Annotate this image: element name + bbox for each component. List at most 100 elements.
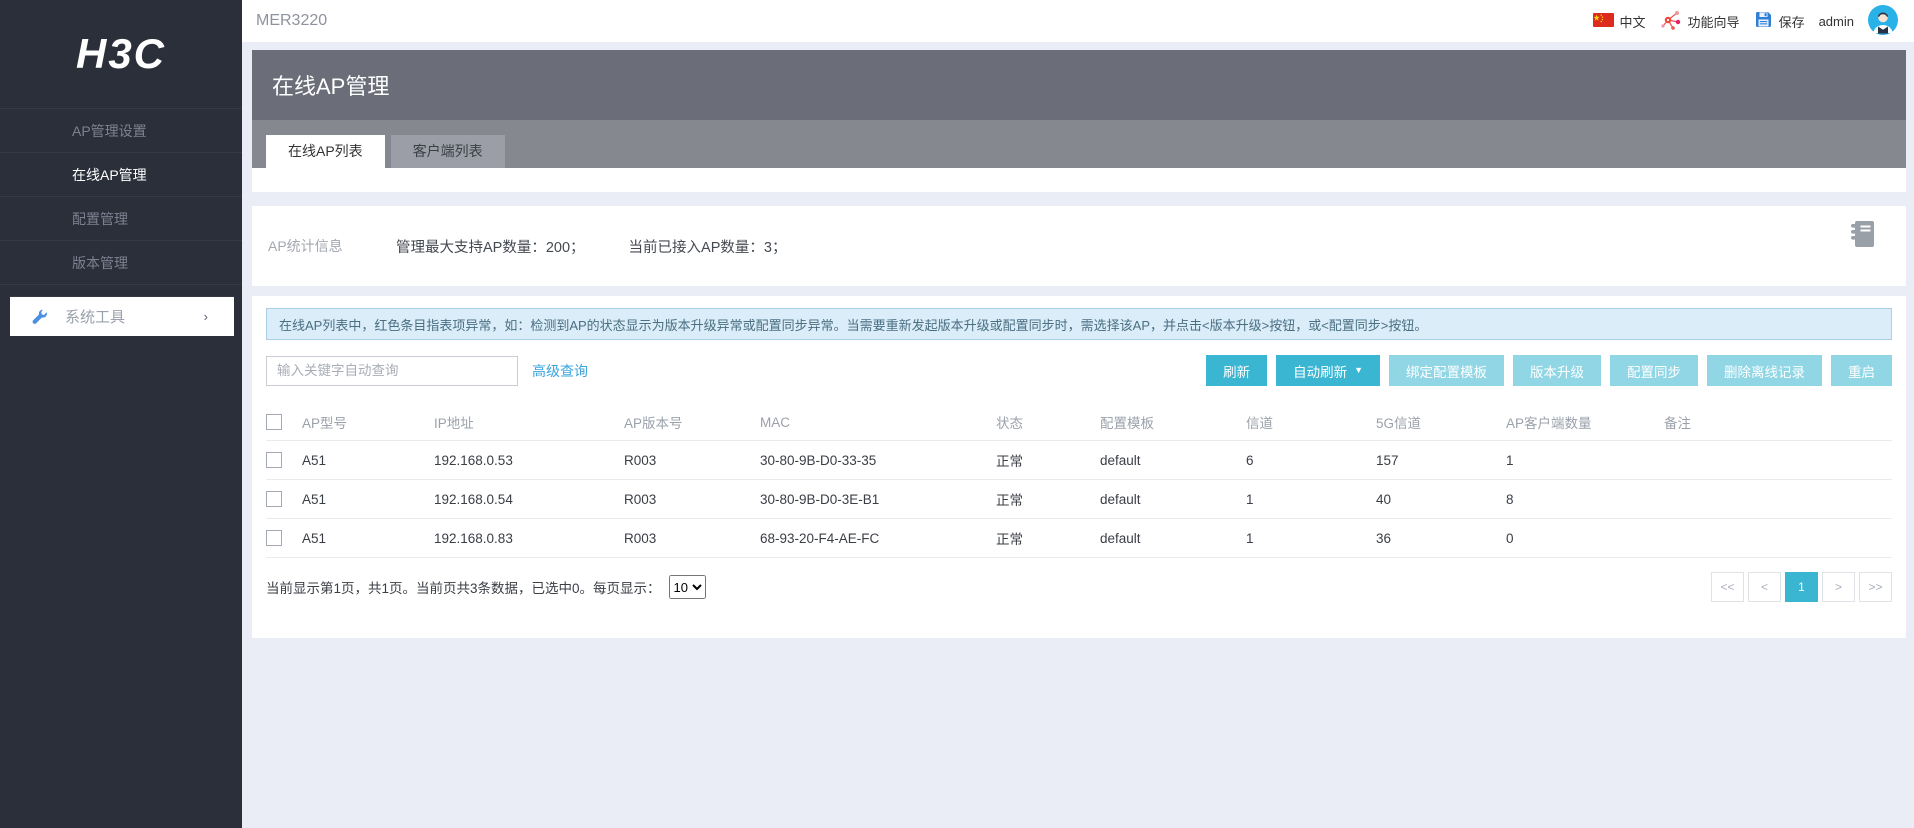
language-switch[interactable]: 中文 [1592, 12, 1646, 31]
device-name: MER3220 [256, 12, 328, 29]
column-header: 5G信道 [1376, 404, 1506, 441]
table-cell: 1 [1246, 518, 1376, 558]
table-cell: 6 [1246, 440, 1376, 480]
delete-offline-button[interactable]: 删除离线记录 [1707, 355, 1822, 386]
row-checkbox-cell [266, 518, 302, 558]
table-cell: 192.168.0.83 [434, 518, 624, 558]
ap-list-panel: 在线AP列表中，红色条目指表项异常，如：检测到AP的状态显示为版本升级异常或配置… [252, 296, 1906, 638]
topbar-right: 中文 功能向导 保存 admin [1592, 4, 1898, 38]
select-all-checkbox[interactable] [266, 414, 282, 431]
notice-text: 在线AP列表中，红色条目指表项异常，如：检测到AP的状态显示为版本升级异常或配置… [279, 317, 1428, 333]
config-sync-button[interactable]: 配置同步 [1610, 355, 1698, 386]
sidebar-item-label: 在线AP管理 [72, 166, 147, 183]
reboot-button[interactable]: 重启 [1831, 355, 1892, 386]
table-cell: A51 [302, 479, 434, 519]
last-page-button[interactable]: >> [1859, 572, 1892, 602]
save-label: 保存 [1778, 14, 1805, 30]
controls-row: 高级查询 刷新 自动刷新 ▼ 绑定配置模板 版本升级 配置同步 删除离线记录 重启 [266, 355, 1892, 386]
save-button[interactable]: 保存 [1754, 10, 1805, 32]
button-label: 绑定配置模板 [1406, 364, 1487, 380]
prev-page-button[interactable]: < [1748, 572, 1781, 602]
app-window: H3C 系统信息快速设置MiniAP管理∨AP管理设置在线AP管理配置管理版本管… [0, 0, 1914, 828]
table-cell: 40 [1376, 479, 1506, 519]
table-cell: 30-80-9B-D0-33-35 [760, 440, 996, 480]
user-avatar[interactable] [1868, 4, 1898, 38]
column-header: AP客户端数量 [1506, 404, 1664, 441]
h3c-logo: H3C [75, 30, 167, 77]
next-page-button[interactable]: > [1822, 572, 1855, 602]
row-checkbox-cell [266, 440, 302, 480]
table-row: A51 192.168.0.83 R003 68-93-20-F4-AE-FC 正常 de… [266, 518, 1892, 558]
column-header: 状态 [996, 404, 1100, 441]
page-title: 在线AP管理 [272, 74, 390, 99]
search-input[interactable] [266, 355, 518, 386]
ap-current-count: 当前已接入AP数量：3； [628, 239, 787, 256]
bind-template-button[interactable]: 绑定配置模板 [1389, 355, 1504, 386]
refresh-button[interactable]: 刷新 [1206, 355, 1268, 386]
table-cell: 正常 [996, 440, 1100, 480]
tab-client-list[interactable]: 客户端列表 [390, 135, 505, 168]
column-header: 配置模板 [1100, 404, 1246, 441]
table-cell: 192.168.0.53 [434, 440, 624, 480]
page-1-button[interactable]: 1 [1785, 572, 1818, 602]
tab-online-ap-list[interactable]: 在线AP列表 [266, 135, 385, 168]
column-header: AP型号 [302, 404, 434, 441]
table-cell: default [1100, 479, 1246, 519]
tab-bar: 在线AP列表 客户端列表 [252, 120, 1906, 168]
first-page-button[interactable]: << [1711, 572, 1744, 602]
version-upgrade-button[interactable]: 版本升级 [1513, 355, 1601, 386]
sidebar-item-version-management[interactable]: 版本管理 [0, 240, 242, 284]
notice-bar: 在线AP列表中，红色条目指表项异常，如：检测到AP的状态显示为版本升级异常或配置… [266, 308, 1892, 340]
sidebar-item-ap-management-settings[interactable]: AP管理设置 [0, 108, 242, 152]
row-checkbox[interactable] [266, 491, 282, 508]
column-header: 备注 [1664, 404, 1892, 441]
column-header: 信道 [1246, 404, 1376, 441]
button-label: 重启 [1848, 364, 1875, 380]
table-cell: 30-80-9B-D0-3E-B1 [760, 479, 996, 519]
table-cell: R003 [624, 479, 760, 519]
button-label: 刷新 [1223, 364, 1251, 380]
table-cell [1664, 440, 1892, 480]
log-notebook-icon[interactable] [1849, 219, 1876, 254]
sidebar-item-label: 版本管理 [72, 254, 128, 271]
button-label: 配置同步 [1627, 364, 1681, 380]
auto-refresh-button[interactable]: 自动刷新 ▼ [1276, 355, 1380, 386]
row-checkbox-cell [266, 479, 302, 519]
button-label: 自动刷新 [1293, 364, 1348, 380]
tools-icon [28, 307, 50, 327]
sidebar-item-label: 配置管理 [72, 210, 128, 227]
advanced-search-link[interactable]: 高级查询 [532, 361, 588, 381]
sidebar-item-label: 系统工具 [65, 309, 126, 326]
pagination-summary: 当前显示第1页，共1页。当前页共3条数据，已选中0。每页显示： [266, 581, 661, 596]
ap-table-body: A51 192.168.0.53 R003 30-80-9B-D0-33-35 正常 de… [266, 440, 1892, 558]
sidebar-item-online-ap-management[interactable]: 在线AP管理 [0, 152, 242, 196]
page-size-select[interactable]: 10 [668, 575, 706, 599]
table-cell: 1 [1246, 479, 1376, 519]
row-checkbox[interactable] [266, 530, 282, 547]
sidebar-item-system-tools[interactable]: 系统工具 › [10, 296, 234, 336]
feature-wizard-button[interactable]: 功能向导 [1660, 10, 1740, 33]
table-row: A51 192.168.0.54 R003 30-80-9B-D0-3E-B1 正常 de… [266, 479, 1892, 519]
sidebar-menu: 系统信息快速设置MiniAP管理∨AP管理设置在线AP管理配置管理版本管理高级管… [0, 108, 242, 336]
table-cell: A51 [302, 518, 434, 558]
tab-content-strip [252, 168, 1906, 192]
page-header: 在线AP管理 [252, 50, 1906, 120]
table-cell: R003 [624, 518, 760, 558]
table-cell: 0 [1506, 518, 1664, 558]
stats-panel: AP统计信息 管理最大支持AP数量：200； 当前已接入AP数量：3； [252, 206, 1906, 286]
table-cell: 正常 [996, 479, 1100, 519]
sidebar-item-config-management[interactable]: 配置管理 [0, 196, 242, 240]
table-cell: 36 [1376, 518, 1506, 558]
column-header: IP地址 [434, 404, 624, 441]
pager: << <1 > >> [1711, 572, 1892, 602]
username: admin [1818, 13, 1854, 29]
column-header: AP版本号 [624, 404, 760, 441]
content-area: MER3220 中文 功能向导 保存 admin 在线AP管理 在线AP列表 客… [242, 0, 1914, 828]
table-cell: default [1100, 440, 1246, 480]
table-cell: 68-93-20-F4-AE-FC [760, 518, 996, 558]
table-cell: 正常 [996, 518, 1100, 558]
row-checkbox[interactable] [266, 452, 282, 469]
pagination-bar: 当前显示第1页，共1页。当前页共3条数据，已选中0。每页显示： 10 << <1 >… [266, 572, 1892, 602]
table-cell: 157 [1376, 440, 1506, 480]
table-cell: 1 [1506, 440, 1664, 480]
